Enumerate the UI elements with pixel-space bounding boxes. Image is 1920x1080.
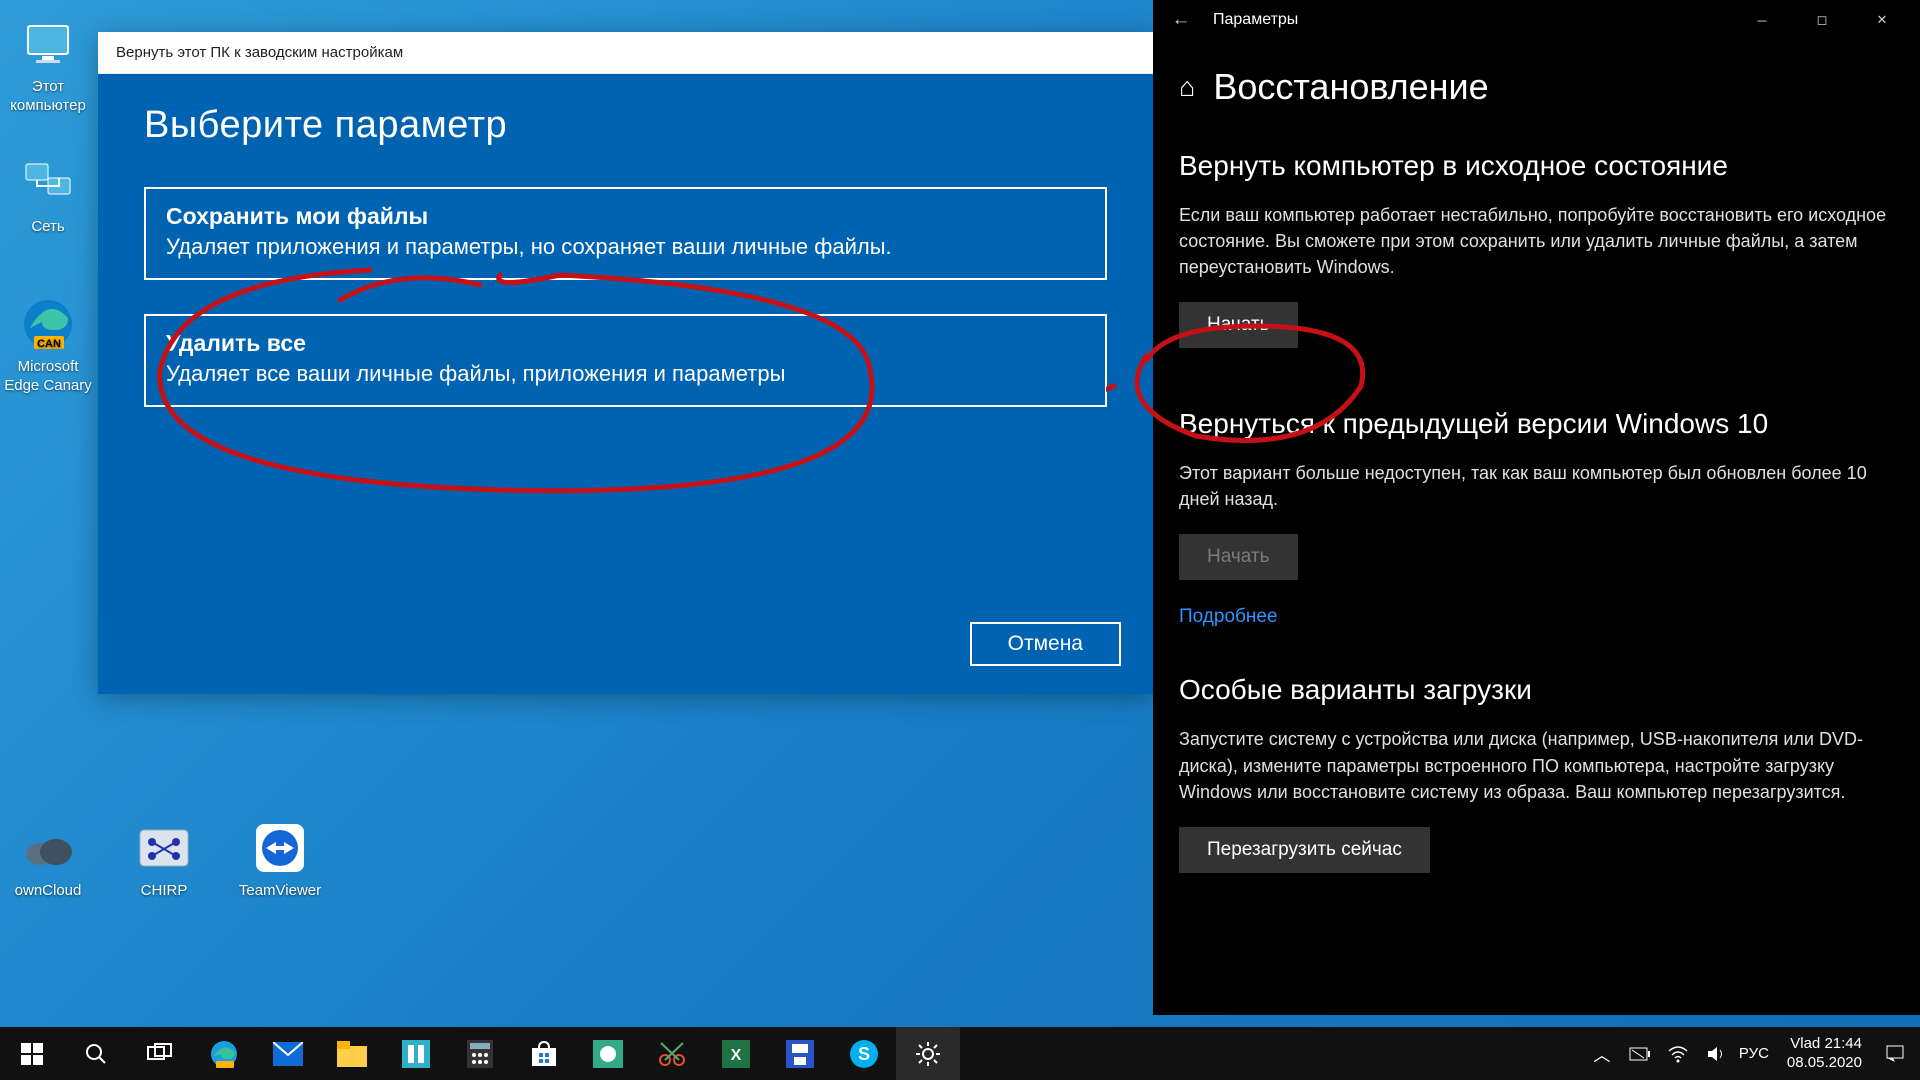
tray-time: 21:44: [1824, 1035, 1862, 1052]
option-remove-all[interactable]: Удалить все Удаляет все ваши личные файл…: [144, 314, 1107, 407]
svg-text:S: S: [858, 1044, 870, 1064]
desktop-icon-owncloud[interactable]: ownCloud: [0, 820, 96, 901]
tray-overflow[interactable]: ︿: [1583, 1027, 1621, 1080]
start-reset-button[interactable]: Начать: [1179, 302, 1298, 348]
tray-battery-icon[interactable]: [1621, 1027, 1659, 1080]
reset-dialog: Вернуть этот ПК к заводским настройкам В…: [98, 32, 1153, 694]
desktop-icon-edge[interactable]: CAN Microsoft Edge Canary: [0, 296, 96, 396]
network-icon: [20, 156, 76, 212]
option-desc: Удаляет все ваши личные файлы, приложени…: [166, 361, 1085, 387]
taskbar-app-generic2[interactable]: [576, 1027, 640, 1080]
taskbar-app-skype[interactable]: S: [832, 1027, 896, 1080]
windows-icon: [21, 1043, 43, 1065]
desktop-icon-label: Сеть: [0, 218, 96, 237]
option-title: Сохранить мои файлы: [166, 203, 1085, 230]
option-desc: Удаляет приложения и параметры, но сохра…: [166, 234, 1085, 260]
taskbar-app-store[interactable]: [512, 1027, 576, 1080]
taskbar-app-excel[interactable]: X: [704, 1027, 768, 1080]
restart-now-button[interactable]: Перезагрузить сейчас: [1179, 827, 1430, 873]
taskbar-app-snip[interactable]: [640, 1027, 704, 1080]
desktop-icon-this-pc[interactable]: Этот компьютер: [0, 16, 96, 116]
desktop-icon-label: TeamViewer: [232, 882, 328, 901]
desktop-icon-chirp[interactable]: CHIRP: [116, 820, 212, 901]
desktop-icon-network[interactable]: Сеть: [0, 156, 96, 237]
desktop-icon-label: Этот компьютер: [0, 78, 96, 116]
option-keep-files[interactable]: Сохранить мои файлы Удаляет приложения и…: [144, 187, 1107, 280]
learn-more-link[interactable]: Подробнее: [1179, 606, 1278, 628]
tray-user: Vlad: [1790, 1035, 1820, 1052]
taskview-icon: [147, 1043, 173, 1065]
taskbar-app-calculator[interactable]: [448, 1027, 512, 1080]
tray-volume-icon[interactable]: [1697, 1027, 1735, 1080]
settings-window: ← Параметры ─ ◻ ✕ ⌂ Восстановление Верну…: [1153, 0, 1920, 1015]
cancel-button[interactable]: Отмена: [970, 622, 1121, 666]
tray-date: 08.05.2020: [1787, 1054, 1862, 1073]
minimize-button[interactable]: ─: [1732, 0, 1792, 40]
section-text: Если ваш компьютер работает нестабильно,…: [1179, 202, 1894, 280]
desktop-icon-label: Microsoft Edge Canary: [0, 358, 96, 396]
tray-notifications-icon[interactable]: [1876, 1027, 1914, 1080]
section-heading: Вернуть компьютер в исходное состояние: [1179, 150, 1894, 182]
taskbar-app-generic1[interactable]: [384, 1027, 448, 1080]
monitor-icon: [20, 16, 76, 72]
section-text: Этот вариант больше недоступен, так как …: [1179, 460, 1894, 512]
tray-clock[interactable]: Vlad 21:44 08.05.2020: [1773, 1035, 1876, 1073]
tray-wifi-icon[interactable]: [1659, 1027, 1697, 1080]
option-title: Удалить все: [166, 330, 1085, 357]
home-icon[interactable]: ⌂: [1179, 72, 1195, 103]
start-button[interactable]: [0, 1027, 64, 1080]
section-heading: Особые варианты загрузки: [1179, 674, 1894, 706]
taskbar-app-explorer[interactable]: [320, 1027, 384, 1080]
settings-title: Параметры: [1201, 11, 1732, 29]
settings-titlebar: ← Параметры ─ ◻ ✕: [1153, 0, 1920, 40]
search-icon: [84, 1042, 108, 1066]
search-button[interactable]: [64, 1027, 128, 1080]
section-heading: Вернуться к предыдущей версии Windows 10: [1179, 408, 1894, 440]
svg-text:X: X: [731, 1047, 742, 1064]
taskbar-app-save[interactable]: [768, 1027, 832, 1080]
taskbar-app-edge[interactable]: [192, 1027, 256, 1080]
rollback-button-disabled: Начать: [1179, 534, 1298, 580]
edge-icon: CAN: [20, 296, 76, 352]
desktop-icon-label: CHIRP: [116, 882, 212, 901]
settings-page-heading: Восстановление: [1213, 66, 1488, 108]
task-view-button[interactable]: [128, 1027, 192, 1080]
gear-icon: [914, 1040, 942, 1068]
svg-text:CAN: CAN: [37, 338, 61, 350]
taskbar-app-mail[interactable]: [256, 1027, 320, 1080]
reset-heading: Выберите параметр: [144, 104, 1107, 147]
taskbar-app-settings-active[interactable]: [896, 1027, 960, 1080]
teamviewer-icon: [252, 820, 308, 876]
section-text: Запустите систему с устройства или диска…: [1179, 726, 1894, 804]
reset-dialog-title: Вернуть этот ПК к заводским настройкам: [98, 32, 1153, 74]
maximize-button[interactable]: ◻: [1792, 0, 1852, 40]
taskbar: X S ︿ РУС Vlad 21:44 08.05.2020: [0, 1027, 1920, 1080]
desktop-icon-label: ownCloud: [0, 882, 96, 901]
desktop-icon-teamviewer[interactable]: TeamViewer: [232, 820, 328, 901]
chirp-icon: [136, 820, 192, 876]
cloud-icon: [20, 820, 76, 876]
back-button[interactable]: ←: [1161, 9, 1201, 31]
tray-language[interactable]: РУС: [1735, 1027, 1773, 1080]
close-button[interactable]: ✕: [1852, 0, 1912, 40]
